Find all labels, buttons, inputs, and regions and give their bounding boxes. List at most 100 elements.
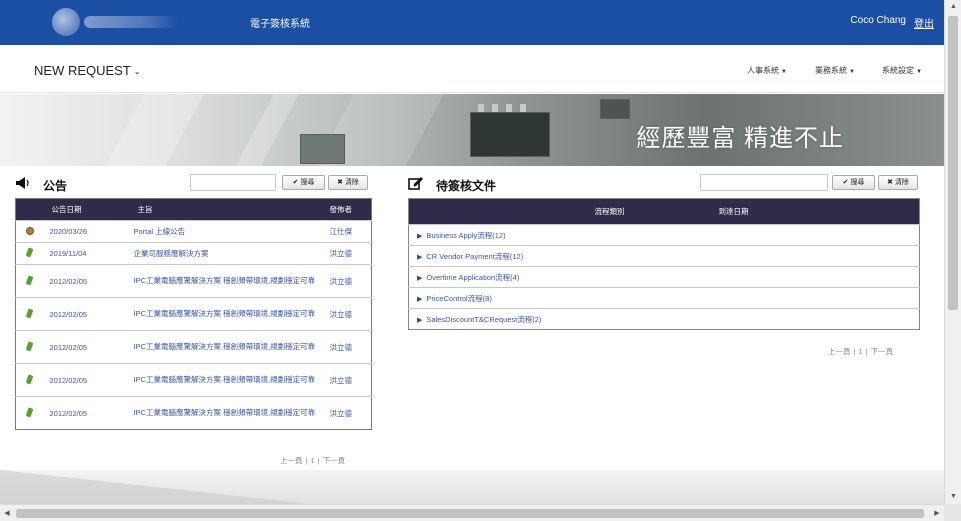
new-badge-icon	[25, 226, 34, 235]
announcement-subject-link[interactable]: IPC工業電腦應驚解決方案 穩創頻帶環境,規劃穩定可靠	[131, 396, 326, 430]
hero-banner: 經歷豐富 精進不止	[0, 94, 944, 166]
process-group-label: PriceControl流程(8)	[426, 293, 492, 303]
announcements-title: 公告	[43, 179, 68, 193]
scroll-up-arrow-icon[interactable]: ▲	[945, 0, 961, 14]
table-row[interactable]: 2012/02/05 IPC工業電腦應驚解決方案 穩創頻帶環境,規劃穩定可靠 洪…	[15, 396, 372, 430]
table-row[interactable]: 2012/02/05 IPC工業電腦應驚解決方案 穩創頻帶環境,規劃穩定可靠 洪…	[15, 297, 372, 331]
new-request-dropdown[interactable]: NEW REQUEST ⌄	[34, 63, 141, 78]
table-row[interactable]: 2020/03/26 Portal 上線公告 江仕傑	[15, 220, 372, 243]
announcements-search-input[interactable]	[190, 174, 276, 191]
column-header-process-type: 流程類別	[408, 198, 631, 225]
button-label: 搜尋	[300, 179, 315, 186]
circuit-component-graphic	[600, 99, 630, 119]
chip-pin-graphic	[492, 104, 498, 112]
horizontal-scroll-thumb[interactable]	[16, 509, 924, 518]
chip-pin-graphic	[506, 104, 512, 112]
nav-bar: NEW REQUEST ⌄ 人事系統 ▼ 業務系統 ▼ 系統設定 ▼	[0, 45, 944, 93]
horizontal-scrollbar[interactable]: ◀ ▶	[0, 504, 944, 521]
announcement-date: 2019/11/04	[43, 242, 132, 265]
pager-next-link[interactable]: 下一頁	[323, 456, 346, 465]
pager-next-link[interactable]: 下一頁	[871, 347, 894, 356]
process-group-row[interactable]: ▶ SalesDiscountT&CRequest流程(2)	[408, 308, 920, 330]
announcement-publisher: 江仕傑	[325, 220, 372, 243]
pending-pager: 上一頁 | 1 | 下一頁	[828, 347, 894, 356]
announcements-clear-button[interactable]: ✖ 清除	[328, 175, 368, 190]
pager-page-number[interactable]: 1	[310, 456, 314, 465]
table-row[interactable]: ▶ Business Apply流程(12)	[408, 224, 920, 246]
company-logo[interactable]	[52, 8, 182, 36]
announcement-date: 2020/03/26	[43, 220, 132, 243]
table-row[interactable]: ▶ PriceControl流程(8)	[408, 287, 920, 309]
announcement-publisher: 洪立德	[325, 396, 372, 430]
announcement-date: 2012/02/05	[43, 396, 132, 430]
expand-triangle-icon[interactable]: ▶	[417, 317, 422, 324]
table-row[interactable]: ▶ CR Vendor Payment流程(12)	[408, 245, 920, 267]
announcement-publisher: 洪立德	[325, 363, 372, 397]
process-group-row[interactable]: ▶ PriceControl流程(8)	[408, 287, 920, 309]
process-group-row[interactable]: ▶ CR Vendor Payment流程(12)	[408, 245, 920, 267]
menu-label: 系統設定	[882, 66, 914, 75]
vertical-scrollbar[interactable]: ▲ ▼	[944, 0, 961, 504]
check-icon: ✔	[292, 179, 299, 186]
pin-icon	[25, 307, 34, 319]
announcement-subject-link[interactable]: Portal 上線公告	[131, 220, 326, 243]
logout-link[interactable]: 登出	[914, 15, 934, 30]
expand-triangle-icon[interactable]: ▶	[417, 296, 422, 303]
table-row[interactable]: ▶ Overtime Application流程(4)	[408, 266, 920, 288]
table-row[interactable]: 2019/11/04 企業司服務應解決方案 洪立德	[15, 242, 372, 265]
pending-search-button[interactable]: ✔ 搜尋	[832, 175, 875, 190]
scroll-down-arrow-icon[interactable]: ▼	[945, 490, 961, 504]
process-group-row[interactable]: ▶ Business Apply流程(12)	[408, 224, 920, 246]
menu-sales-system[interactable]: 業務系統 ▼	[815, 65, 855, 76]
table-header-row: 公告日期 主旨 發佈者	[15, 198, 372, 221]
expand-triangle-icon[interactable]: ▶	[417, 275, 422, 282]
caret-down-icon: ▼	[849, 69, 855, 75]
scroll-left-arrow-icon[interactable]: ◀	[0, 505, 14, 521]
menu-label: 人事系統	[747, 66, 779, 75]
app-title: 電子簽核系統	[250, 19, 310, 30]
table-row[interactable]: 2012/02/05 IPC工業電腦應驚解決方案 穩創頻帶環境,規劃穩定可靠 洪…	[15, 330, 372, 364]
check-icon: ✔	[842, 179, 849, 186]
pager-prev-link[interactable]: 上一頁	[828, 347, 851, 356]
process-group-label: Business Apply流程(12)	[426, 230, 506, 240]
pin-icon	[25, 406, 34, 418]
table-row[interactable]: 2012/02/05 IPC工業電腦應驚解決方案 穩創頻帶環境,規劃穩定可靠 洪…	[15, 264, 372, 298]
pending-documents-title: 待簽核文件	[436, 179, 497, 193]
pending-clear-button[interactable]: ✖ 清除	[878, 175, 918, 190]
circuit-component-graphic	[300, 134, 345, 164]
announcement-subject-link[interactable]: IPC工業電腦應驚解決方案 穩創頻帶環境,規劃穩定可靠	[131, 264, 326, 298]
top-bar: 電子簽核系統 Coco Chang 登出	[0, 0, 944, 45]
pending-documents-table: 流程類別 到達日期 ▶ Business Apply流程(12) ▶ CR Vend…	[408, 198, 920, 330]
column-header-publisher: 發佈者	[325, 198, 372, 221]
pending-documents-header: 待簽核文件	[408, 174, 648, 194]
announcement-subject-link[interactable]: IPC工業電腦應驚解決方案 穩創頻帶環境,規劃穩定可靠	[131, 363, 326, 397]
announcements-search-button[interactable]: ✔ 搜尋	[282, 175, 325, 190]
vertical-scroll-thumb[interactable]	[948, 16, 958, 310]
expand-triangle-icon[interactable]: ▶	[417, 254, 422, 261]
button-label: 清除	[344, 179, 359, 186]
table-row[interactable]: ▶ SalesDiscountT&CRequest流程(2)	[408, 308, 920, 330]
scroll-right-arrow-icon[interactable]: ▶	[930, 505, 944, 521]
table-row[interactable]: 2012/02/05 IPC工業電腦應驚解決方案 穩創頻帶環境,規劃穩定可靠 洪…	[15, 363, 372, 397]
button-label: 搜尋	[850, 179, 865, 186]
pending-search-input[interactable]	[700, 174, 828, 191]
chevron-down-icon: ⌄	[133, 67, 141, 77]
announcement-subject-link[interactable]: IPC工業電腦應驚解決方案 穩創頻帶環境,規劃穩定可靠	[131, 330, 326, 364]
chip-pin-graphic	[478, 104, 484, 112]
announcement-subject-link[interactable]: IPC工業電腦應驚解決方案 穩創頻帶環境,規劃穩定可靠	[131, 297, 326, 331]
menu-hr-system[interactable]: 人事系統 ▼	[747, 65, 787, 76]
chip-pin-graphic	[520, 104, 526, 112]
menu-system-settings[interactable]: 系統設定 ▼	[882, 65, 922, 76]
expand-triangle-icon[interactable]: ▶	[417, 233, 422, 240]
pager-prev-link[interactable]: 上一頁	[280, 456, 303, 465]
caret-down-icon: ▼	[916, 69, 922, 75]
process-group-label: CR Vendor Payment流程(12)	[426, 251, 524, 261]
announcement-subject-link[interactable]: 企業司服務應解決方案	[131, 242, 326, 265]
process-group-row[interactable]: ▶ Overtime Application流程(4)	[408, 266, 920, 288]
announcement-date: 2012/02/05	[43, 363, 132, 397]
announcements-table: 公告日期 主旨 發佈者 2020/03/26 Portal 上線公告 江仕傑 2…	[15, 198, 372, 430]
process-group-label: SalesDiscountT&CRequest流程(2)	[426, 314, 542, 324]
banner-stripe	[85, 94, 215, 166]
pager-page-number[interactable]: 1	[858, 347, 862, 356]
logo-wordmark	[84, 16, 179, 28]
